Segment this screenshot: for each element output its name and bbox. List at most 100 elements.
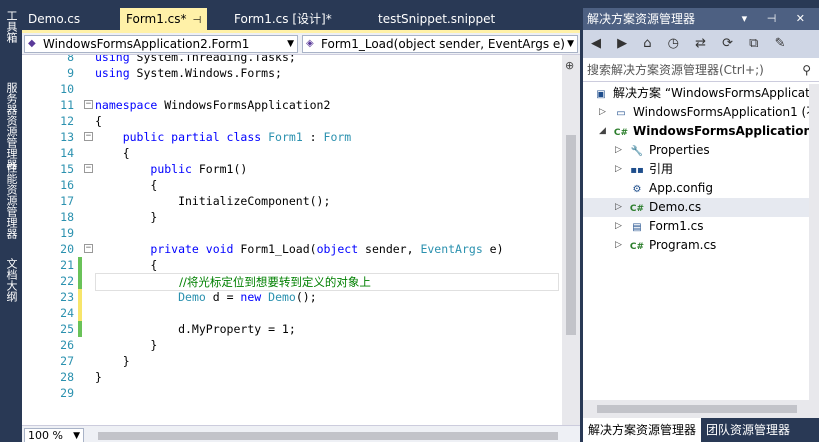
horizontal-scroll-thumb[interactable] — [98, 432, 558, 440]
line-number: 18 — [60, 210, 74, 224]
class-icon: ◆ — [28, 38, 36, 49]
code-text[interactable]: d.MyProperty = 1; — [95, 321, 296, 337]
change-marker — [78, 321, 82, 337]
code-text[interactable]: using System.Threading.Tasks; — [95, 55, 296, 65]
vertical-scrollbar[interactable]: ⊕ — [562, 55, 580, 425]
toolbox-tab-3[interactable]: 文档大纲 — [2, 258, 20, 302]
tree-vertical-scrollbar[interactable] — [809, 84, 819, 400]
collapse-icon[interactable]: − — [84, 164, 93, 173]
chevron-down-icon: ▼ — [287, 39, 294, 49]
line-number: 29 — [60, 386, 74, 400]
code-text[interactable]: } — [95, 209, 157, 225]
toolbox-tab-1[interactable]: 服务器资源管理器 — [2, 82, 20, 170]
tree-node-label: 引用 — [649, 162, 674, 176]
code-text[interactable]: using System.Windows.Forms; — [95, 65, 282, 81]
code-text[interactable]: } — [95, 353, 130, 369]
split-icon[interactable]: ⊕ — [565, 59, 574, 72]
zoom-value: 100 % — [28, 429, 63, 442]
panel-buttons[interactable]: ▾ ⊣ ✕ — [742, 8, 813, 30]
code-line: 13 − public partial class Form1 : Form — [22, 129, 562, 145]
file-icon: 🔧 — [630, 146, 644, 157]
search-icon[interactable]: ⚲ — [802, 58, 811, 82]
member-combo[interactable]: ◈ Form1_Load(object sender, EventArgs e)… — [302, 35, 578, 53]
code-text[interactable]: namespace WindowsFormsApplication2 — [95, 97, 330, 113]
expand-icon[interactable]: ▷ — [599, 103, 606, 122]
code-line: 25 d.MyProperty = 1; — [22, 321, 562, 337]
panel-tab[interactable]: 解决方案资源管理器 — [583, 418, 702, 442]
panel-tab[interactable]: 团队资源管理器 — [701, 418, 795, 442]
code-text[interactable]: { — [95, 177, 157, 193]
line-number: 17 — [60, 194, 74, 208]
code-text[interactable]: Demo d = new Demo(); — [95, 289, 317, 305]
line-number: 13 — [60, 130, 74, 144]
line-number: 24 — [60, 306, 74, 320]
tree-node[interactable]: ◢ C# WindowsFormsApplication2 — [583, 122, 809, 141]
code-text[interactable]: public partial class Form1 : Form — [95, 129, 352, 145]
expand-icon[interactable]: ▷ — [615, 198, 622, 217]
code-text[interactable]: } — [95, 337, 157, 353]
code-line: 23 Demo d = new Demo(); — [22, 289, 562, 305]
solution-toolbar[interactable]: ◀ ▶ ⌂ ◷ ⇄ ⟳ ⧉ ✎ — [583, 30, 819, 58]
doc-tab[interactable]: testSnippet.snippet — [372, 8, 501, 30]
line-number: 27 — [60, 354, 74, 368]
navigation-bar: ◆ WindowsFormsApplication2.Form1 ▼ ◈ For… — [22, 33, 580, 55]
code-line: 8 using System.Threading.Tasks; — [22, 55, 562, 65]
tree-node[interactable]: ▷ C# Demo.cs — [583, 198, 809, 217]
scroll-thumb[interactable] — [566, 135, 576, 335]
doc-tab[interactable]: Form1.cs* ⊣ — [120, 8, 208, 30]
code-line: 9 using System.Windows.Forms; — [22, 65, 562, 81]
line-number: 8 — [67, 55, 74, 64]
document-tabs: Demo.cs Form1.cs* ⊣ Form1.cs [设计]* testSnipp… — [22, 8, 580, 30]
file-icon: ▣ — [596, 89, 606, 100]
code-line: 19 — [22, 225, 562, 241]
expand-icon[interactable]: ▷ — [615, 217, 622, 236]
member-combo-text: Form1_Load(object sender, EventArgs e) — [321, 37, 565, 51]
change-marker — [78, 305, 82, 321]
code-text[interactable]: } — [95, 369, 102, 385]
code-area[interactable]: 8 using System.Threading.Tasks; 9 using Sys… — [22, 55, 562, 425]
vs-window: 工具箱服务器资源管理器 性能资源管理器文档大纲 Demo.cs Form1.cs* ⊣… — [0, 0, 819, 442]
zoom-combo[interactable]: 100 % ▼ — [24, 428, 84, 442]
code-line: 18 } — [22, 209, 562, 225]
doc-tab-label: Form1.cs* — [126, 12, 187, 26]
code-line: 21 { — [22, 257, 562, 273]
tree-node[interactable]: ⚙ App.config — [583, 179, 809, 198]
code-editor: ◆ WindowsFormsApplication2.Form1 ▼ ◈ For… — [22, 30, 580, 442]
tree-node[interactable]: ▣ 解决方案 “WindowsFormsApplicat — [583, 84, 809, 103]
line-number: 10 — [60, 82, 74, 96]
expanded-icon[interactable]: ◢ — [599, 122, 606, 141]
tree-node-label: WindowsFormsApplication2 — [633, 124, 809, 138]
tree-node[interactable]: ▷ ▪▪ 引用 — [583, 160, 809, 179]
code-text[interactable]: { — [95, 145, 130, 161]
code-text[interactable]: private void Form1_Load(object sender, E… — [95, 241, 503, 257]
left-toolbar: 工具箱服务器资源管理器 性能资源管理器文档大纲 — [0, 0, 22, 442]
code-text[interactable]: { — [95, 257, 157, 273]
tree-horizontal-scrollbar[interactable] — [583, 400, 819, 418]
tree-node[interactable]: ▷ 🔧 Properties — [583, 141, 809, 160]
code-line: 10 — [22, 81, 562, 97]
tree-node[interactable]: ▷ C# Program.cs — [583, 236, 809, 255]
solution-search-input[interactable]: 搜索解决方案资源管理器(Ctrl+;) ⚲ — [583, 58, 819, 82]
toolbox-tab-2[interactable]: 性能资源管理器 — [2, 162, 20, 239]
collapse-icon[interactable]: − — [84, 244, 93, 253]
scroll-thumb[interactable] — [597, 405, 797, 413]
tree-node[interactable]: ▷ ▭ WindowsFormsApplication1 (不 — [583, 103, 809, 122]
collapse-icon[interactable]: − — [84, 100, 93, 109]
expand-icon[interactable]: ▷ — [615, 236, 622, 255]
code-line: 27 } — [22, 353, 562, 369]
pin-icon[interactable]: ⊣ — [193, 15, 202, 26]
tree-node-label: Program.cs — [649, 238, 717, 252]
code-text[interactable]: public Form1() — [95, 161, 247, 177]
code-text[interactable]: { — [95, 113, 102, 129]
doc-tab[interactable]: Demo.cs — [22, 8, 86, 30]
line-number: 15 — [60, 162, 74, 176]
toolbox-tab-0[interactable]: 工具箱 — [2, 10, 20, 43]
class-combo[interactable]: ◆ WindowsFormsApplication2.Form1 ▼ — [24, 35, 298, 53]
collapse-icon[interactable]: − — [84, 132, 93, 141]
code-text[interactable]: InitializeComponent(); — [95, 193, 330, 209]
editor-status-bar: 100 % ▼ — [22, 425, 580, 442]
tree-node[interactable]: ▷ ▤ Form1.cs — [583, 217, 809, 236]
expand-icon[interactable]: ▷ — [615, 141, 622, 160]
doc-tab[interactable]: Form1.cs [设计]* — [228, 8, 338, 30]
expand-icon[interactable]: ▷ — [615, 160, 622, 179]
